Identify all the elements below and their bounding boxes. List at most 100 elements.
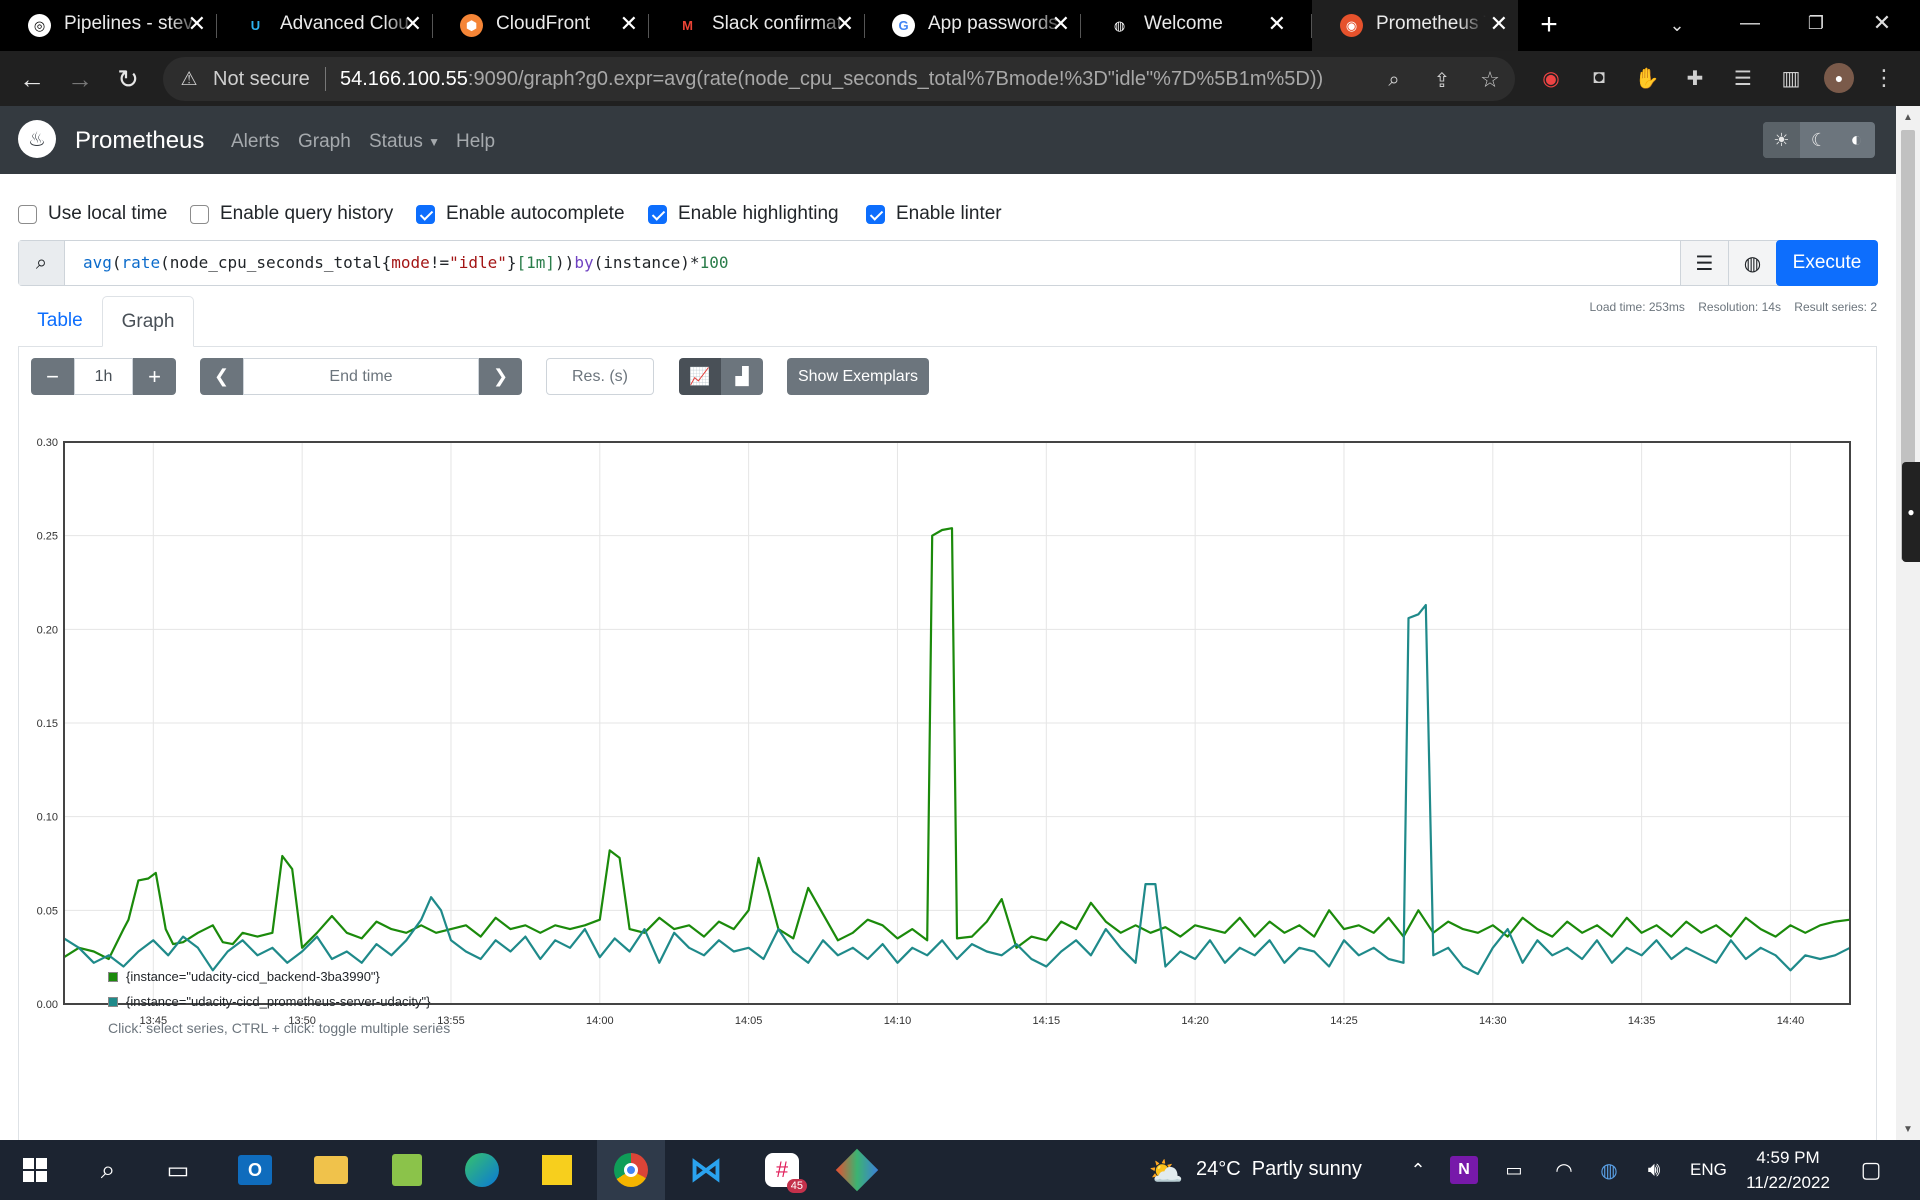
enable-linter-checkbox[interactable] — [866, 204, 885, 224]
new-tab-button[interactable]: + — [1532, 8, 1566, 42]
close-tab-icon[interactable]: ✕ — [836, 11, 854, 37]
dark-theme-moon-icon[interactable]: ☾ — [1800, 122, 1838, 158]
weather-text[interactable]: 24°C Partly sunny — [1196, 1158, 1362, 1181]
tab-graph[interactable]: Graph — [102, 296, 194, 347]
close-tab-icon[interactable]: ✕ — [1490, 11, 1508, 37]
clock[interactable]: 4:59 PM 11/22/2022 — [1740, 1145, 1836, 1195]
edge-browser-icon[interactable] — [452, 1140, 512, 1200]
close-tab-icon[interactable]: ✕ — [404, 11, 422, 37]
vscode-icon[interactable]: ⋈ — [676, 1140, 736, 1200]
browser-tab-2[interactable]: U Advanced Clou ✕ — [216, 0, 432, 51]
url-text[interactable]: 54.166.100.55:9090/graph?g0.expr=avg(rat… — [340, 68, 1325, 91]
browser-tab-3[interactable]: ⬢ CloudFront ✕ — [432, 0, 648, 51]
weather-partly-sunny-icon[interactable]: ⛅ — [1148, 1153, 1184, 1189]
close-tab-icon[interactable]: ✕ — [1052, 11, 1070, 37]
previous-time-button[interactable]: ❮ — [200, 358, 243, 395]
time-series-chart[interactable]: 0.000.050.100.150.200.250.3013:45 13:50 13… — [1, 406, 1860, 1034]
network-globe-icon[interactable]: ◍ — [1595, 1156, 1623, 1184]
camera-extension-icon[interactable]: ◘ — [1586, 65, 1612, 91]
browser-tab-7[interactable]: ◉ Prometheus Ti✕ — [1312, 0, 1518, 51]
enable-linter-option[interactable]: Enable linter — [866, 203, 1002, 225]
volume-speaker-icon[interactable]: 🔊︎ — [1640, 1156, 1668, 1184]
screenrec-tab[interactable]: ● — [1902, 462, 1920, 562]
enable-highlighting-checkbox[interactable] — [648, 204, 667, 224]
side-panel-icon[interactable]: ▥ — [1778, 65, 1804, 91]
forward-arrow-icon[interactable]: → — [64, 63, 96, 95]
decrease-range-button[interactable]: − — [31, 358, 74, 395]
unstacked-line-chart-button[interactable]: 📈 — [679, 358, 721, 395]
profile-avatar[interactable]: ● — [1824, 63, 1854, 93]
close-tab-icon[interactable]: ✕ — [1268, 11, 1286, 37]
legend-item[interactable]: {instance="udacity-cicd_backend-3ba3990"… — [108, 964, 430, 989]
next-time-button[interactable]: ❯ — [479, 358, 522, 395]
share-icon[interactable]: ⇪ — [1429, 67, 1455, 93]
use-local-time-checkbox[interactable] — [18, 204, 37, 224]
expression-input[interactable]: avg(rate(node_cpu_seconds_total{mode!="i… — [83, 253, 1483, 272]
address-bar[interactable]: ⚠ Not secure 54.166.100.55:9090/graph?g0… — [163, 57, 1515, 101]
enable-highlighting-option[interactable]: Enable highlighting — [648, 203, 839, 225]
input-language[interactable]: ENG — [1690, 1160, 1727, 1180]
media-control-icon[interactable]: ☰ — [1730, 65, 1756, 91]
browser-menu-icon[interactable]: ⋮ — [1872, 63, 1896, 93]
series-line-1[interactable] — [63, 527, 1851, 961]
execute-button[interactable]: Execute — [1776, 240, 1878, 286]
scroll-up-arrow-icon[interactable]: ▲ — [1896, 106, 1920, 128]
search-icon[interactable]: ⌕ — [78, 1140, 138, 1200]
enable-query-history-option[interactable]: Enable query history — [190, 203, 393, 225]
file-explorer-icon[interactable] — [301, 1140, 361, 1200]
nav-link-status[interactable]: Status ▼ — [369, 131, 440, 153]
notifications-icon[interactable]: ▢ — [1855, 1154, 1887, 1186]
open-explorer-globe-icon[interactable]: ◍ — [1728, 241, 1776, 285]
close-tab-icon[interactable]: ✕ — [620, 11, 638, 37]
git-app-icon[interactable] — [827, 1140, 887, 1200]
bookmark-star-icon[interactable]: ☆ — [1477, 67, 1503, 93]
metrics-explorer-button[interactable]: ☰ — [1680, 241, 1728, 285]
chrome-icon[interactable] — [597, 1140, 665, 1200]
back-arrow-icon[interactable]: ← — [16, 63, 48, 95]
browser-tab-4[interactable]: M Slack confirmat ✕ — [648, 0, 864, 51]
screen-recorder-extension-icon[interactable]: ◉ — [1538, 65, 1564, 91]
navbar-brand[interactable]: Prometheus — [75, 127, 204, 155]
scroll-down-arrow-icon[interactable]: ▼ — [1896, 1118, 1920, 1140]
wifi-icon[interactable]: ◠ — [1550, 1156, 1578, 1184]
onenote-icon[interactable]: N — [1450, 1156, 1478, 1184]
zoom-icon[interactable]: ⌕ — [1381, 67, 1407, 93]
stacked-area-chart-button[interactable]: ▟ — [721, 358, 763, 395]
tab-table[interactable]: Table — [18, 296, 102, 346]
browser-tab-5[interactable]: G App passwords ✕ — [864, 0, 1080, 51]
resolution-input[interactable]: Res. (s) — [546, 358, 654, 395]
outlook-icon[interactable]: O — [225, 1140, 285, 1200]
browser-theme-icon[interactable]: ◐ — [1838, 122, 1875, 158]
windows-start-icon[interactable] — [5, 1140, 65, 1200]
range-input[interactable]: 1h — [74, 358, 133, 395]
browser-tab-1[interactable]: ◎ Pipelines - stev ✕ — [0, 0, 216, 51]
show-hidden-icons-chevron-icon[interactable]: ⌃ — [1404, 1156, 1432, 1184]
tab-search-chevron-icon[interactable]: ⌄ — [1662, 10, 1692, 40]
show-exemplars-button[interactable]: Show Exemplars — [787, 358, 929, 395]
nav-link-alerts[interactable]: Alerts — [231, 131, 280, 153]
minimize-window-button[interactable]: — — [1730, 8, 1770, 38]
light-theme-sun-icon[interactable]: ☀ — [1763, 122, 1800, 158]
enable-autocomplete-checkbox[interactable] — [416, 204, 435, 224]
task-view-icon[interactable]: ▭ — [148, 1140, 208, 1200]
nav-link-help[interactable]: Help — [456, 131, 495, 153]
page-scrollbar[interactable]: ▲ ▼ — [1896, 106, 1920, 1140]
restore-window-button[interactable]: ❐ — [1796, 8, 1836, 38]
browser-tab-6[interactable]: ◍ Welcome ✕ — [1080, 0, 1296, 51]
prometheus-logo-icon[interactable]: ♨ — [18, 120, 56, 158]
extension-icon[interactable]: ✋ — [1634, 65, 1660, 91]
close-tab-icon[interactable]: ✕ — [188, 11, 206, 37]
notepad-icon[interactable] — [377, 1140, 437, 1200]
increase-range-button[interactable]: + — [133, 358, 176, 395]
enable-autocomplete-option[interactable]: Enable autocomplete — [416, 203, 625, 225]
end-time-input[interactable]: End time — [243, 358, 479, 395]
battery-icon[interactable]: ▭ — [1500, 1156, 1528, 1184]
sticky-notes-icon[interactable] — [527, 1140, 587, 1200]
reload-icon[interactable]: ↻ — [112, 63, 144, 95]
use-local-time-option[interactable]: Use local time — [18, 203, 167, 225]
legend-item[interactable]: {instance="udacity-cicd_prometheus-serve… — [108, 989, 430, 1014]
enable-query-history-checkbox[interactable] — [190, 204, 209, 224]
close-window-button[interactable]: ✕ — [1862, 8, 1902, 38]
nav-link-graph[interactable]: Graph — [298, 131, 351, 153]
extensions-puzzle-icon[interactable]: ✚ — [1682, 65, 1708, 91]
